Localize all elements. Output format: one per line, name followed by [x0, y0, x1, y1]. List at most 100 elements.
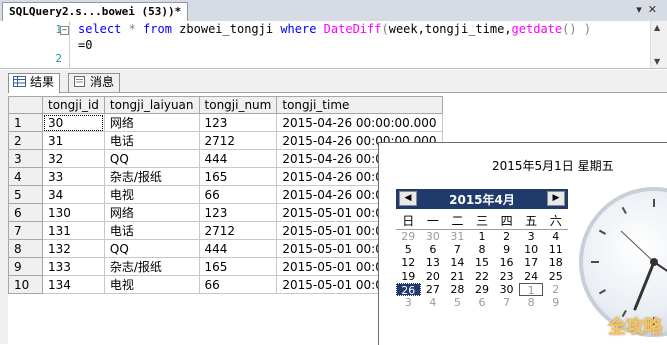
tab-results[interactable]: 结果 — [8, 73, 61, 93]
cell-tongji-id[interactable]: 130 — [42, 203, 105, 222]
row-number[interactable]: 4 — [8, 167, 43, 186]
row-number[interactable]: 9 — [8, 257, 43, 276]
calendar-days[interactable]: 29 30 31 1 2 3 4 5 6 7 8 9 10 11 12 13 14 15 16 17 18 19 20 21 2… — [396, 230, 568, 309]
cell-tongji-num[interactable]: 165 — [198, 257, 278, 276]
calendar-day[interactable]: 4 — [543, 230, 568, 243]
calendar-day[interactable]: 3 — [519, 230, 544, 243]
cell-tongji-id[interactable]: 30 — [42, 113, 105, 132]
calendar-day[interactable]: 24 — [519, 270, 544, 283]
row-number[interactable]: 7 — [8, 221, 43, 240]
table-row[interactable]: 4 33 杂志/报纸 165 2015-04-26 00:00:00.000 — [8, 167, 443, 186]
cell-tongji-laiyuan[interactable]: QQ — [103, 239, 200, 258]
column-header[interactable]: tongji_laiyuan — [103, 96, 200, 114]
table-row[interactable]: 5 34 电视 66 2015-04-26 00:00:00.000 — [8, 185, 443, 204]
calendar-day[interactable]: 2 — [543, 283, 568, 296]
table-row[interactable]: 6 130 网络 123 2015-05-01 00:00:00.000 — [8, 203, 443, 222]
calendar-day[interactable]: 5 — [396, 243, 421, 256]
sql-editor[interactable]: 1 2 − select * from zbowei_tongji where … — [0, 21, 667, 69]
table-row[interactable]: 8 132 QQ 444 2015-05-01 00:00:00.000 — [8, 239, 443, 258]
calendar-day[interactable]: 6 — [470, 296, 495, 309]
cell-tongji-num[interactable]: 165 — [198, 167, 278, 186]
cell-tongji-num[interactable]: 444 — [198, 239, 278, 258]
column-header[interactable]: tongji_time — [276, 96, 443, 114]
calendar-day[interactable]: 19 — [396, 270, 421, 283]
calendar-day[interactable]: 9 — [494, 243, 519, 256]
table-row[interactable]: 7 131 电话 2712 2015-05-01 00:00:00.000 — [8, 221, 443, 240]
cell-tongji-laiyuan[interactable]: 电视 — [103, 185, 200, 204]
calendar-month-label[interactable]: 2015年4月 — [396, 191, 568, 208]
calendar-day[interactable]: 8 — [519, 296, 544, 309]
row-number[interactable]: 10 — [8, 275, 43, 294]
calendar-day[interactable]: 12 — [396, 256, 421, 269]
cell-tongji-num[interactable]: 66 — [198, 275, 278, 294]
collapse-icon[interactable]: − — [60, 26, 69, 35]
calendar-day[interactable]: 18 — [543, 256, 568, 269]
column-header[interactable]: tongji_num — [198, 96, 278, 114]
calendar-day[interactable]: 5 — [445, 296, 470, 309]
row-number[interactable]: 2 — [8, 131, 43, 150]
calendar-day[interactable]: 25 — [543, 270, 568, 283]
calendar-day[interactable]: 7 — [445, 243, 470, 256]
next-month-button[interactable]: ▶ — [547, 191, 565, 206]
row-number[interactable]: 1 — [8, 113, 43, 132]
calendar-day[interactable]: 20 — [421, 270, 446, 283]
cell-tongji-laiyuan[interactable]: 电话 — [103, 131, 200, 150]
cell-tongji-id[interactable]: 31 — [42, 131, 105, 150]
cell-tongji-laiyuan[interactable]: QQ — [103, 149, 200, 168]
row-number[interactable]: 3 — [8, 149, 43, 168]
cell-tongji-num[interactable]: 444 — [198, 149, 278, 168]
editor-vertical-scrollbar[interactable]: ▲ ▼ — [650, 21, 667, 68]
cell-tongji-id[interactable]: 32 — [42, 149, 105, 168]
tab-window-controls[interactable]: ▾✕ — [636, 3, 663, 16]
calendar-day[interactable]: 17 — [519, 256, 544, 269]
calendar-day[interactable]: 23 — [494, 270, 519, 283]
cell-tongji-id[interactable]: 33 — [42, 167, 105, 186]
cell-tongji-laiyuan[interactable]: 杂志/报纸 — [103, 257, 200, 276]
calendar-day[interactable]: 29 — [470, 283, 495, 296]
calendar-day[interactable]: 31 — [445, 230, 470, 243]
cell-tongji-num[interactable]: 2712 — [198, 221, 278, 240]
calendar-day[interactable]: 30 — [494, 283, 519, 296]
calendar-day[interactable]: 2 — [494, 230, 519, 243]
calendar-day[interactable]: 6 — [421, 243, 446, 256]
calendar-day[interactable]: 8 — [470, 243, 495, 256]
calendar-day[interactable]: 28 — [445, 283, 470, 296]
calendar-day[interactable]: 4 — [421, 296, 446, 309]
cell-tongji-id[interactable]: 34 — [42, 185, 105, 204]
calendar-day[interactable]: 10 — [519, 243, 544, 256]
calendar[interactable]: ◀ 2015年4月 ▶ 日一二三四五六 29 30 31 1 2 3 4 5 6 7 8 9 10 11 1… — [396, 189, 568, 309]
table-row[interactable]: 9 133 杂志/报纸 165 2015-05-01 00:00:00.000 — [8, 257, 443, 276]
table-row[interactable]: 10 134 电视 66 2015-05-01 00:00:00.000 — [8, 275, 443, 294]
scroll-down-icon[interactable]: ▼ — [654, 57, 660, 66]
cell-tongji-laiyuan[interactable]: 杂志/报纸 — [103, 167, 200, 186]
row-number[interactable]: 6 — [8, 203, 43, 222]
row-number[interactable]: 8 — [8, 239, 43, 258]
cell-tongji-time[interactable]: 2015-04-26 00:00:00.000 — [276, 113, 443, 132]
calendar-day[interactable]: 1 — [518, 282, 544, 297]
calendar-day[interactable]: 29 — [396, 230, 421, 243]
calendar-day[interactable]: 26 — [396, 282, 421, 297]
close-icon[interactable]: ✕ — [648, 3, 663, 16]
cell-tongji-id[interactable]: 133 — [42, 257, 105, 276]
calendar-day[interactable]: 9 — [543, 296, 568, 309]
cell-tongji-num[interactable]: 123 — [198, 203, 278, 222]
cell-tongji-num[interactable]: 2712 — [198, 131, 278, 150]
cell-tongji-num[interactable]: 123 — [198, 113, 278, 132]
calendar-day[interactable]: 22 — [470, 270, 495, 283]
calendar-day[interactable]: 14 — [445, 256, 470, 269]
calendar-day[interactable]: 3 — [396, 296, 421, 309]
row-number[interactable]: 5 — [8, 185, 43, 204]
query-tab[interactable]: SQLQuery2.s...bowei (53))* — [2, 2, 189, 21]
table-row[interactable]: 2 31 电话 2712 2015-04-26 00:00:00.000 — [8, 131, 443, 150]
cell-tongji-laiyuan[interactable]: 网络 — [103, 203, 200, 222]
calendar-day[interactable]: 1 — [470, 230, 495, 243]
calendar-day[interactable]: 27 — [421, 283, 446, 296]
calendar-day[interactable]: 21 — [445, 270, 470, 283]
scroll-up-icon[interactable]: ▲ — [654, 23, 660, 32]
column-header[interactable]: tongji_id — [42, 96, 105, 114]
calendar-day[interactable]: 15 — [470, 256, 495, 269]
cell-tongji-id[interactable]: 131 — [42, 221, 105, 240]
cell-tongji-laiyuan[interactable]: 电视 — [103, 275, 200, 294]
cell-tongji-id[interactable]: 134 — [42, 275, 105, 294]
cell-tongji-id[interactable]: 132 — [42, 239, 105, 258]
